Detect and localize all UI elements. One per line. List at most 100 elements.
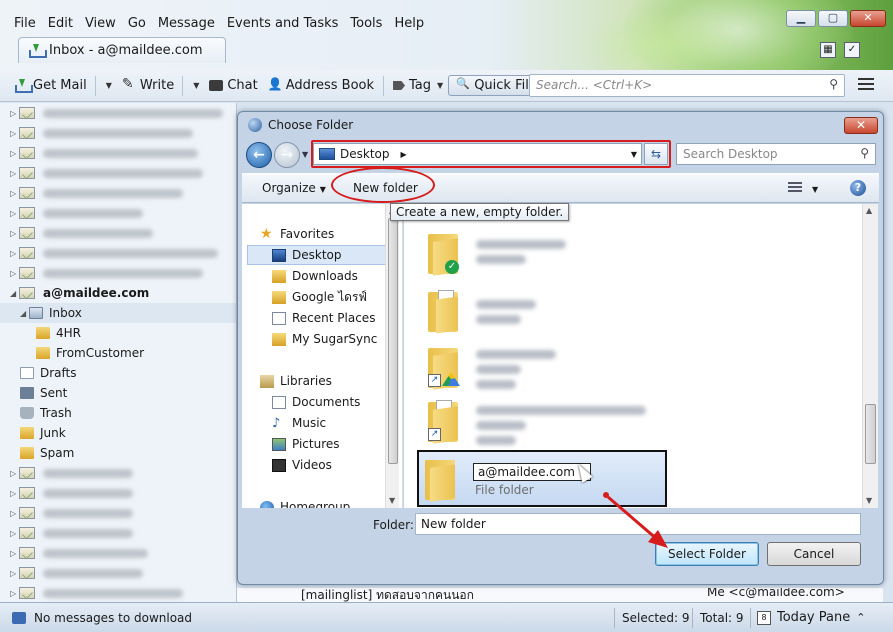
scroll-down-icon[interactable]: ▼: [389, 496, 395, 505]
dialog-title-bar: Choose Folder: [248, 118, 353, 132]
today-pane-toggle[interactable]: 8 Today Pane ⌃: [757, 610, 865, 625]
nav-homegroup[interactable]: Homegroup: [260, 497, 350, 508]
folder-label: Spam: [40, 446, 75, 460]
chevron-down-icon[interactable]: ▼: [106, 81, 112, 90]
nav-pictures[interactable]: Pictures: [272, 434, 340, 454]
search-desktop-input[interactable]: Search Desktop ⚲: [676, 143, 876, 165]
minimize-button[interactable]: ▁: [786, 10, 816, 27]
account-row[interactable]: ▷: [0, 583, 236, 602]
menu-file[interactable]: File: [8, 14, 42, 33]
account-row[interactable]: ▷: [0, 103, 236, 123]
account-row[interactable]: ▷: [0, 263, 236, 283]
blurred-account: [43, 468, 133, 478]
network-status-icon[interactable]: [12, 611, 26, 624]
scroll-thumb[interactable]: [865, 404, 876, 464]
status-bar: No messages to download Selected: 9 Tota…: [0, 602, 893, 632]
folder-fromcustomer[interactable]: FromCustomer: [0, 343, 236, 363]
tag-button[interactable]: Tag ▼: [388, 75, 448, 96]
menu-events-and-tasks[interactable]: Events and Tasks: [221, 14, 345, 33]
account-row[interactable]: ▷: [0, 243, 236, 263]
scroll-thumb[interactable]: [388, 218, 398, 464]
folder-spam[interactable]: Spam: [0, 443, 236, 463]
chevron-down-icon[interactable]: ▼: [193, 81, 199, 90]
tab-inbox[interactable]: Inbox - a@maildee.com: [18, 37, 226, 63]
folder-inbox[interactable]: ◢ Inbox: [0, 303, 236, 323]
sync-check-icon: ✓: [445, 260, 459, 274]
view-list-icon: [788, 182, 802, 194]
account-row[interactable]: ▷: [0, 203, 236, 223]
change-view-button[interactable]: ▼: [788, 181, 818, 195]
account-row-maildee[interactable]: ◢ a@maildee.com: [0, 283, 236, 303]
scroll-up-icon[interactable]: ▲: [866, 206, 872, 215]
tag-label: Tag: [409, 78, 432, 93]
write-button[interactable]: Write ▼: [117, 73, 204, 99]
list-item[interactable]: [428, 290, 458, 334]
nav-label: Videos: [292, 458, 332, 472]
folder-drafts[interactable]: Drafts: [0, 363, 236, 383]
file-scrollbar[interactable]: ▲ ▼: [862, 204, 878, 508]
folder-trash[interactable]: Trash: [0, 403, 236, 423]
account-row[interactable]: ▷: [0, 183, 236, 203]
menu-view[interactable]: View: [79, 14, 122, 33]
folder-input[interactable]: New folder: [415, 513, 861, 535]
folder-sent[interactable]: Sent: [0, 383, 236, 403]
menu-tools[interactable]: Tools: [344, 14, 388, 33]
scroll-down-icon[interactable]: ▼: [866, 496, 872, 505]
account-row[interactable]: ▷: [0, 123, 236, 143]
search-input[interactable]: Search... <Ctrl+K> ⚲: [529, 74, 845, 97]
account-row[interactable]: ▷: [0, 563, 236, 583]
nav-google-drive[interactable]: Google ไดรฟ์: [272, 287, 367, 307]
nav-my-sugarsync[interactable]: My SugarSync: [272, 329, 377, 349]
list-item[interactable]: ↗: [428, 400, 458, 444]
select-folder-button[interactable]: Select Folder: [655, 542, 759, 566]
account-row[interactable]: ▷: [0, 463, 236, 483]
account-row[interactable]: ▷: [0, 143, 236, 163]
nav-documents[interactable]: Documents: [272, 392, 360, 412]
titlebar-tools: ▦ ✓: [820, 42, 860, 58]
account-row[interactable]: ▷: [0, 523, 236, 543]
help-icon[interactable]: ?: [850, 180, 866, 196]
selected-folder-item[interactable]: a@maildee.com File folder: [417, 450, 667, 507]
account-row[interactable]: ▷: [0, 163, 236, 183]
nav-desktop[interactable]: Desktop: [247, 245, 387, 265]
nav-libraries[interactable]: Libraries: [260, 371, 332, 391]
menu-help[interactable]: Help: [388, 14, 430, 33]
folder-junk[interactable]: Junk: [0, 423, 236, 443]
nav-label: Downloads: [292, 269, 358, 283]
list-item[interactable]: ↗: [428, 346, 460, 390]
account-row[interactable]: ▷: [0, 543, 236, 563]
list-item[interactable]: ✓: [428, 232, 459, 276]
divider: [94, 75, 96, 96]
message-row[interactable]: [mailinglist] ทดสอบจากคนนอก Me <c@mailde…: [237, 588, 883, 602]
account-row[interactable]: ▷: [0, 503, 236, 523]
cancel-button[interactable]: Cancel: [767, 542, 861, 566]
nav-music[interactable]: ♪ Music: [272, 413, 326, 433]
app-menu-icon[interactable]: [858, 78, 874, 92]
account-icon: [19, 207, 35, 219]
nav-downloads[interactable]: Downloads: [272, 266, 358, 286]
chat-button[interactable]: Chat: [204, 75, 262, 96]
dialog-close-button[interactable]: ✕: [844, 117, 878, 134]
organize-button[interactable]: Organize ▼: [262, 181, 326, 195]
nav-favorites[interactable]: ★ Favorites: [260, 224, 334, 244]
account-icon: [19, 167, 35, 179]
menu-edit[interactable]: Edit: [42, 14, 79, 33]
folder-4hr[interactable]: 4HR: [0, 323, 236, 343]
account-row[interactable]: ▷: [0, 223, 236, 243]
get-mail-button[interactable]: Get Mail ▼: [10, 73, 117, 99]
address-book-button[interactable]: Address Book: [263, 75, 379, 96]
close-button[interactable]: ✕: [850, 10, 886, 27]
forward-button[interactable]: →: [274, 142, 300, 168]
maximize-button[interactable]: ▢: [818, 10, 848, 27]
nav-videos[interactable]: Videos: [272, 455, 332, 475]
nav-recent-places[interactable]: Recent Places: [272, 308, 375, 328]
nav-scrollbar[interactable]: ▲ ▼: [385, 204, 399, 508]
recent-locations-icon[interactable]: ▼: [302, 150, 308, 159]
events-icon[interactable]: ▦: [820, 42, 836, 58]
back-button[interactable]: ←: [246, 142, 272, 168]
account-row[interactable]: ▷: [0, 483, 236, 503]
menu-go[interactable]: Go: [122, 14, 152, 33]
menu-message[interactable]: Message: [152, 14, 221, 33]
nav-label: Music: [292, 416, 327, 430]
tasks-icon[interactable]: ✓: [844, 42, 860, 58]
